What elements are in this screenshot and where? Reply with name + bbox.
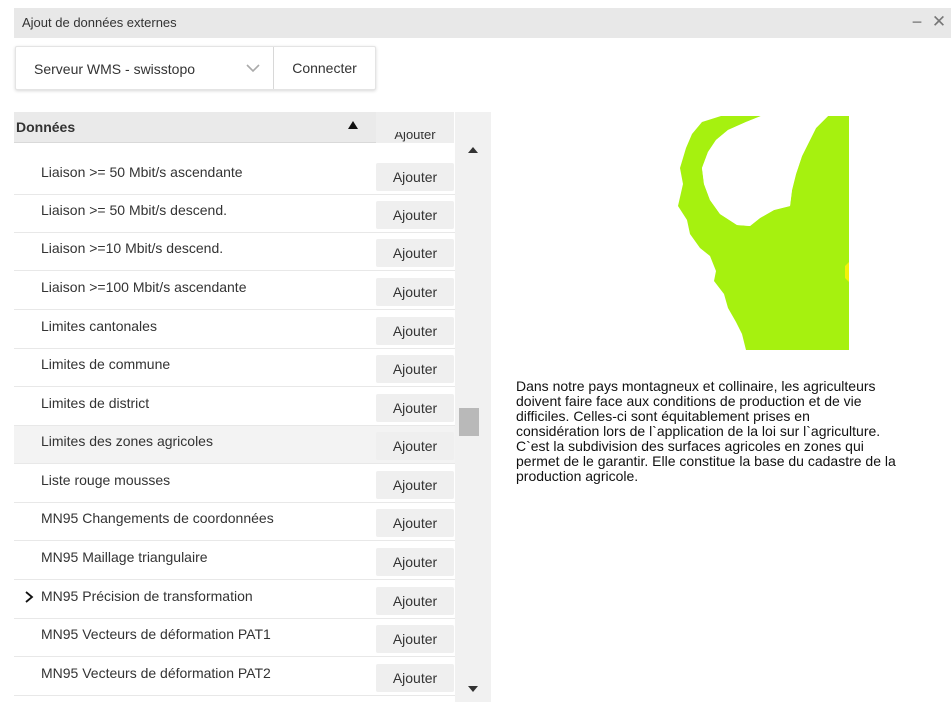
scroll-down-arrow-icon[interactable] [467, 684, 479, 694]
list-header[interactable]: Données [14, 112, 376, 143]
server-toolbar: Serveur WMS - swisstopo Connecter [15, 46, 376, 90]
add-layer-button[interactable]: Ajouter [376, 587, 454, 615]
server-select[interactable]: Serveur WMS - swisstopo [16, 47, 274, 89]
list-item[interactable]: MN95 Précision de transformation Ajouter [14, 581, 460, 619]
add-layer-button[interactable]: Ajouter [376, 278, 454, 306]
add-layer-button[interactable]: Ajouter [376, 163, 454, 191]
list-item-label: Liaison >= 50 Mbit/s descend. [41, 202, 228, 218]
list-item[interactable]: MN95 Vecteurs de déformation PAT2 Ajouter [14, 658, 460, 696]
data-list-panel: Données Ajouter Liaison >= 50 Mbit/s asc… [14, 112, 491, 702]
list-item-label: Liste rouge mousses [41, 472, 171, 488]
add-layer-button[interactable]: Ajouter [376, 394, 454, 422]
scrollbar-thumb[interactable] [459, 408, 479, 436]
list-item[interactable]: Limites cantonales Ajouter [14, 311, 460, 349]
list-item[interactable]: Liaison >=100 Mbit/s ascendante Ajouter [14, 272, 460, 310]
add-layer-button[interactable]: Ajouter [376, 317, 454, 345]
list-item[interactable]: Liaison >= 50 Mbit/s ascendante Ajouter [14, 157, 460, 195]
list-scrollbar[interactable] [455, 112, 491, 702]
close-button[interactable]: ✕ [930, 11, 948, 33]
partially-hidden-add-button[interactable]: Ajouter [376, 132, 454, 146]
chevron-right-icon[interactable] [24, 590, 34, 604]
chevron-down-icon [246, 64, 260, 73]
list-item[interactable]: Liaison >= 50 Mbit/s descend. Ajouter [14, 195, 460, 233]
window-title: Ajout de données externes [22, 15, 177, 30]
list-item-label: Liaison >= 50 Mbit/s ascendante [41, 164, 243, 180]
list-item[interactable]: MN95 Maillage triangulaire Ajouter [14, 542, 460, 580]
list-item-label: Limites de district [41, 395, 150, 411]
list-item-label: MN95 Changements de coordonnées [41, 510, 274, 526]
add-layer-button[interactable]: Ajouter [376, 201, 454, 229]
list-item[interactable]: Liste rouge mousses Ajouter [14, 465, 460, 503]
add-layer-button[interactable]: Ajouter [376, 432, 454, 460]
list-item-label: Limites des zones agricoles [41, 433, 213, 449]
list-item[interactable]: Limites des zones agricoles Ajouter [14, 426, 460, 464]
add-layer-button[interactable]: Ajouter [376, 548, 454, 576]
list-item-label: Liaison >=100 Mbit/s ascendante [41, 279, 247, 295]
list-item-label: Limites cantonales [41, 318, 157, 334]
add-layer-button[interactable]: Ajouter [376, 471, 454, 499]
window-titlebar: Ajout de données externes − ✕ [14, 8, 951, 38]
list-item[interactable]: MN95 Changements de coordonnées Ajouter [14, 503, 460, 541]
list-item[interactable]: Limites de commune Ajouter [14, 349, 460, 387]
layer-description: Dans notre pays montagneux et collinaire… [516, 378, 896, 484]
list-item-label: MN95 Précision de transformation [41, 588, 253, 604]
list-item[interactable]: MN95 Vecteurs de déformation PAT1 Ajouter [14, 619, 460, 657]
list-item[interactable] [14, 697, 460, 702]
add-layer-button[interactable]: Ajouter [376, 664, 454, 692]
list-item-label: MN95 Vecteurs de déformation PAT1 [41, 626, 271, 642]
list-item-label: MN95 Vecteurs de déformation PAT2 [41, 665, 271, 681]
sort-ascending-icon [348, 121, 358, 129]
scroll-up-arrow-icon[interactable] [467, 145, 479, 155]
add-layer-button[interactable]: Ajouter [376, 355, 454, 383]
list-header-label: Données [16, 119, 76, 135]
connect-button[interactable]: Connecter [274, 47, 375, 89]
layer-preview-map [596, 116, 849, 350]
add-layer-button[interactable]: Ajouter [376, 509, 454, 537]
server-select-value: Serveur WMS - swisstopo [34, 61, 196, 77]
list-item-label: Limites de commune [41, 356, 171, 372]
list-item[interactable]: Limites de district Ajouter [14, 388, 460, 426]
list-item-label: Liaison >=10 Mbit/s descend. [41, 240, 224, 256]
add-layer-button[interactable]: Ajouter [376, 625, 454, 653]
list-item-label: MN95 Maillage triangulaire [41, 549, 208, 565]
add-layer-button[interactable]: Ajouter [376, 239, 454, 267]
minimize-button[interactable]: − [908, 11, 926, 33]
list-item[interactable]: Liaison >=10 Mbit/s descend. Ajouter [14, 233, 460, 271]
